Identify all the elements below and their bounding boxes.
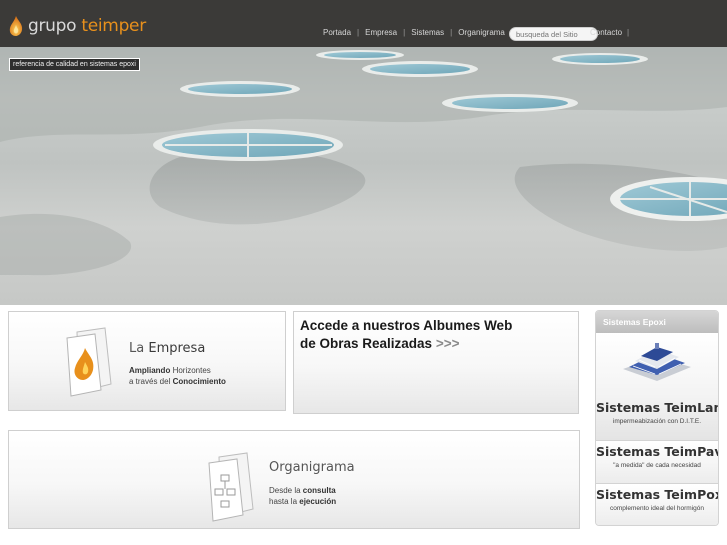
flame-logo-icon — [9, 16, 23, 36]
nav-separator: | — [450, 28, 453, 37]
empresa-subtitle: Ampliando Horizontes a través del Conoci… — [129, 365, 226, 387]
nav-separator: | — [357, 28, 360, 37]
teimpav-title: Sistemas TeimPav — [596, 444, 719, 459]
hero-tagline: referencia de calidad en sistemas epoxi — [9, 58, 140, 71]
sistemas-epoxi-panel: Sistemas Epoxi Sistemas TeimLam impermea… — [595, 310, 719, 526]
empresa-title-main: Empresa — [148, 341, 206, 356]
teimlam-subtitle: impermeabización con D.I.T.E. — [612, 418, 702, 425]
organigrama-line2-pre: hasta la — [269, 497, 300, 506]
organigrama-card[interactable]: Organigrama Desde la consulta hasta la e… — [8, 430, 580, 529]
nav-separator: | — [403, 28, 406, 37]
logo-word-grupo: grupo — [28, 16, 77, 36]
logo-text: grupo teimper — [28, 16, 146, 36]
hero-photo-roof-skylights — [0, 47, 727, 276]
albumes-line1: Accede a nuestros Albumes Web — [300, 318, 513, 333]
hero-image: referencia de calidad en sistemas epoxi — [0, 47, 727, 305]
albumes-card[interactable]: Accede a nuestros Albumes Web de Obras R… — [293, 311, 579, 414]
empresa-line2-pre: a través del — [129, 377, 173, 386]
site-header: grupo teimper Portada | Empresa | Sistem… — [0, 0, 727, 47]
teimpox-title: Sistemas TeimPox — [596, 487, 719, 502]
organigrama-line1-pre: Desde la — [269, 486, 303, 495]
sistemas-epoxi-heading: Sistemas Epoxi — [596, 311, 718, 333]
document-chart-icon — [208, 452, 254, 522]
organigrama-line2-bold: ejecución — [299, 497, 337, 506]
system-teimpox[interactable]: Sistemas TeimPox complemento ideal del h… — [596, 485, 719, 525]
document-flame-icon — [66, 327, 112, 397]
albumes-line2: de Obras Realizadas — [300, 336, 433, 351]
empresa-line1-bold: Ampliando — [129, 366, 171, 375]
nav-sistemas[interactable]: Sistemas — [411, 28, 444, 37]
search-input[interactable] — [509, 27, 598, 41]
building-illustration-icon — [623, 343, 691, 381]
empresa-title-pre: La — [129, 341, 145, 356]
main-nav: Portada | Empresa | Sistemas | Organigra… — [323, 28, 505, 37]
albumes-heading: Accede a nuestros Albumes Web de Obras R… — [300, 317, 570, 353]
nav-empresa[interactable]: Empresa — [365, 28, 397, 37]
logo-word-teimper: teimper — [81, 16, 146, 36]
nav-organigrama[interactable]: Organigrama — [458, 28, 505, 37]
nav-portada[interactable]: Portada — [323, 28, 351, 37]
empresa-line1-rest: Horizontes — [170, 366, 211, 375]
organigrama-line1-bold: consulta — [302, 486, 336, 495]
empresa-card[interactable]: La Empresa Ampliando Horizontes a través… — [8, 311, 286, 411]
organigrama-subtitle: Desde la consulta hasta la ejecución — [269, 485, 336, 507]
teimpav-subtitle: "a medida" de cada necesidad — [613, 462, 701, 469]
teimpox-subtitle: complemento ideal del hormigón — [610, 505, 704, 512]
nav-contacto[interactable]: Contacto — [590, 28, 622, 37]
site-logo[interactable]: grupo teimper — [8, 14, 146, 38]
system-teimpav[interactable]: Sistemas TeimPav "a medida" de cada nece… — [596, 442, 718, 484]
empresa-line2-bold: Conocimiento — [172, 377, 226, 386]
nav-separator: | — [627, 28, 630, 37]
empresa-title: La Empresa — [129, 341, 205, 356]
albumes-arrow: >>> — [432, 336, 460, 351]
organigrama-title: Organigrama — [269, 460, 355, 475]
teimlam-title: Sistemas TeimLam — [596, 400, 719, 415]
system-teimlam[interactable]: Sistemas TeimLam impermeabización con D.… — [596, 333, 718, 441]
